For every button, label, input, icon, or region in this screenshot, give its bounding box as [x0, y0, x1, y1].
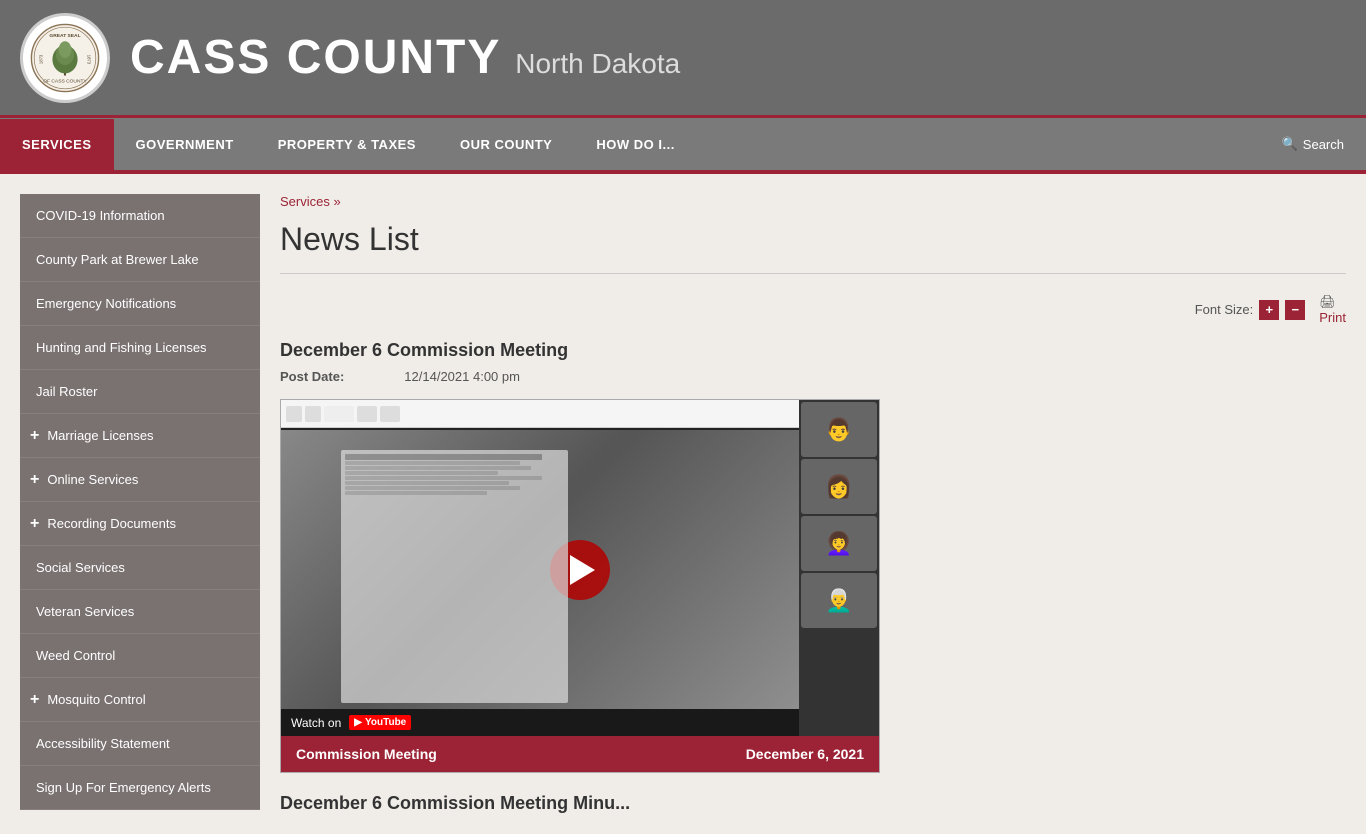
- sidebar: COVID-19 Information County Park at Brew…: [20, 194, 260, 814]
- sidebar-item-hunting[interactable]: Hunting and Fishing Licenses: [20, 326, 260, 370]
- nav-our-county[interactable]: OUR COUNTY: [438, 119, 574, 170]
- printer-icon: 🖨: [1319, 294, 1336, 309]
- watch-on-label: Watch on: [291, 716, 341, 730]
- people-panel: 👨 👩 👩‍🦱 👨‍🦳: [799, 400, 879, 736]
- font-decrease-button[interactable]: −: [1285, 300, 1305, 320]
- svg-text:1873: 1873: [39, 54, 44, 64]
- font-controls: Font Size: + − 🖨 Print: [280, 294, 1346, 325]
- nav-how-do-i[interactable]: HOW DO I...: [574, 119, 696, 170]
- breadcrumb-separator: »: [333, 194, 340, 209]
- county-name: CASS COUNTY: [130, 31, 501, 84]
- sidebar-item-covid[interactable]: COVID-19 Information: [20, 194, 260, 238]
- main-nav: SERVICES GOVERNMENT PROPERTY & TAXES OUR…: [0, 115, 1366, 170]
- sidebar-item-label: Mosquito Control: [47, 692, 145, 707]
- expand-icon: +: [30, 515, 39, 533]
- page-header: GREAT SEAL OF CASS COUNTY 1873 1873 CASS…: [0, 0, 1366, 115]
- sidebar-item-social[interactable]: Social Services: [20, 546, 260, 590]
- breadcrumb: Services »: [280, 194, 1346, 209]
- sidebar-item-weed[interactable]: Weed Control: [20, 634, 260, 678]
- next-article-title: December 6 Commission Meeting Minu...: [280, 793, 1346, 814]
- video-caption-date: December 6, 2021: [746, 746, 864, 762]
- sidebar-item-label: Sign Up For Emergency Alerts: [36, 780, 211, 795]
- post-date-label: Post Date:: [280, 369, 344, 384]
- person-thumb-1: 👨: [801, 402, 877, 457]
- expand-icon: +: [30, 691, 39, 709]
- sidebar-item-label: Jail Roster: [36, 384, 97, 399]
- article-title: December 6 Commission Meeting: [280, 340, 1346, 361]
- sidebar-item-label: Social Services: [36, 560, 125, 575]
- breadcrumb-link[interactable]: Services: [280, 194, 330, 209]
- expand-icon: +: [30, 471, 39, 489]
- video-caption-title: Commission Meeting: [296, 746, 437, 762]
- sidebar-item-jail[interactable]: Jail Roster: [20, 370, 260, 414]
- search-icon: 🔍: [1282, 136, 1298, 152]
- sidebar-item-emergency[interactable]: Emergency Notifications: [20, 282, 260, 326]
- news-article: December 6 Commission Meeting Post Date:…: [280, 340, 1346, 814]
- sidebar-item-mosquito[interactable]: + Mosquito Control: [20, 678, 260, 722]
- person-thumb-4: 👨‍🦳: [801, 573, 877, 628]
- svg-text:GREAT SEAL: GREAT SEAL: [49, 33, 80, 39]
- person-thumb-2: 👩: [801, 459, 877, 514]
- expand-icon: +: [30, 427, 39, 445]
- svg-text:1873: 1873: [86, 54, 91, 64]
- sidebar-item-county-park[interactable]: County Park at Brewer Lake: [20, 238, 260, 282]
- content-area: COVID-19 Information County Park at Brew…: [0, 174, 1366, 834]
- sidebar-item-accessibility[interactable]: Accessibility Statement: [20, 722, 260, 766]
- sidebar-item-veteran[interactable]: Veteran Services: [20, 590, 260, 634]
- font-size-label: Font Size:: [1195, 302, 1254, 317]
- sidebar-item-label: Online Services: [47, 472, 138, 487]
- video-bottom-bar: Watch on ▶ YouTube: [281, 709, 879, 736]
- news-meta: Post Date: 12/14/2021 4:00 pm: [280, 369, 1346, 384]
- sidebar-item-label: Accessibility Statement: [36, 736, 170, 751]
- nav-property-taxes[interactable]: PROPERTY & TAXES: [256, 119, 438, 170]
- video-caption-bar: Commission Meeting December 6, 2021: [281, 736, 879, 772]
- sidebar-item-label: County Park at Brewer Lake: [36, 252, 199, 267]
- page-title: News List: [280, 221, 1346, 274]
- sidebar-item-label: Emergency Notifications: [36, 296, 176, 311]
- sidebar-item-label: COVID-19 Information: [36, 208, 165, 223]
- video-middle: 👨 👩 👩‍🦱 👨‍🦳: [281, 430, 879, 709]
- sidebar-item-label: Veteran Services: [36, 604, 134, 619]
- site-title: CASS COUNTY North Dakota: [130, 30, 680, 85]
- sidebar-item-recording[interactable]: + Recording Documents: [20, 502, 260, 546]
- nav-services[interactable]: SERVICES: [0, 119, 114, 170]
- sidebar-item-label: Marriage Licenses: [47, 428, 153, 443]
- youtube-logo: ▶ YouTube: [349, 715, 411, 730]
- svg-text:OF CASS COUNTY: OF CASS COUNTY: [43, 78, 87, 84]
- sidebar-item-online-services[interactable]: + Online Services: [20, 458, 260, 502]
- sidebar-item-label: Recording Documents: [47, 516, 176, 531]
- print-button[interactable]: Print: [1319, 310, 1346, 325]
- video-overlay: Commission Meeting 12/6 Copy link: [281, 400, 879, 736]
- search-button[interactable]: 🔍 Search: [1260, 118, 1366, 170]
- sidebar-item-signup[interactable]: Sign Up For Emergency Alerts: [20, 766, 260, 810]
- sidebar-item-label: Hunting and Fishing Licenses: [36, 340, 207, 355]
- video-container: Commission Meeting 12/6 Copy link: [280, 399, 880, 773]
- main-content: Services » News List Font Size: + − 🖨 Pr…: [280, 194, 1346, 814]
- sidebar-item-marriage[interactable]: + Marriage Licenses: [20, 414, 260, 458]
- video-embed[interactable]: Commission Meeting 12/6 Copy link: [281, 400, 879, 736]
- post-date-value: 12/14/2021 4:00 pm: [404, 369, 520, 384]
- sidebar-item-label: Weed Control: [36, 648, 115, 663]
- county-seal: GREAT SEAL OF CASS COUNTY 1873 1873: [20, 13, 110, 103]
- nav-government[interactable]: GOVERNMENT: [114, 119, 256, 170]
- font-increase-button[interactable]: +: [1259, 300, 1279, 320]
- person-thumb-3: 👩‍🦱: [801, 516, 877, 571]
- state-name: North Dakota: [515, 48, 680, 79]
